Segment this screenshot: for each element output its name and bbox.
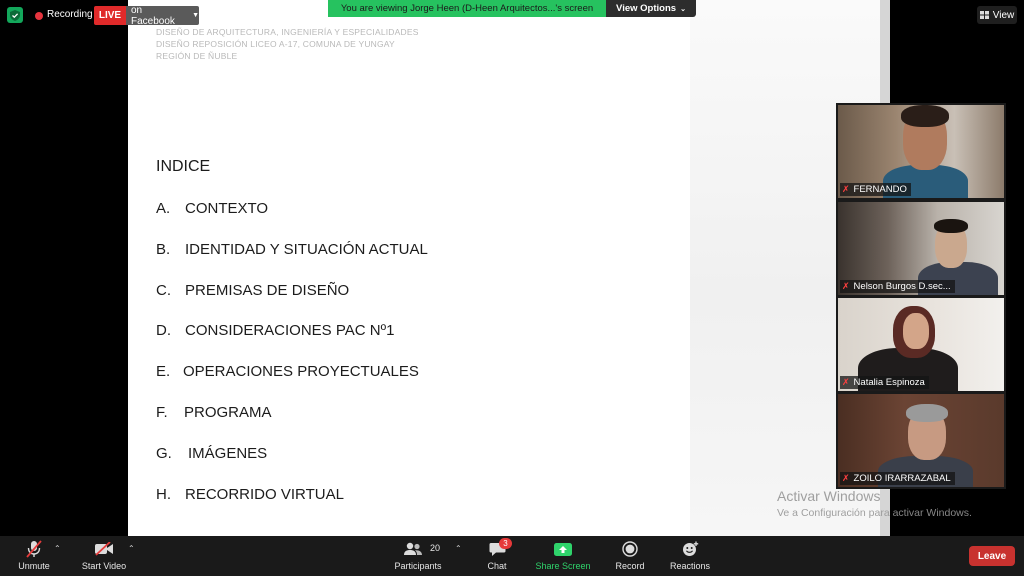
index-text: IMÁGENES	[188, 445, 268, 462]
participant-face	[903, 313, 929, 349]
start-video-button[interactable]: Start Video	[78, 536, 130, 576]
view-options-button[interactable]: View Options ⌄	[606, 0, 696, 17]
slide-header-line: REGIÓN DE ÑUBLE	[156, 51, 238, 61]
participant-hair	[934, 219, 968, 233]
index-text: CONSIDERACIONES PAC Nº1	[185, 322, 395, 339]
unmute-button[interactable]: Unmute	[14, 536, 54, 576]
participants-label: Participants	[394, 561, 442, 571]
view-label: View	[992, 9, 1015, 21]
index-title: INDICE	[156, 158, 211, 175]
index-item: E. OPERACIONES PROYECTUALES	[156, 363, 419, 380]
index-text: CONTEXTO	[185, 200, 269, 217]
live-badge: LIVE	[94, 6, 126, 25]
participant-video-tile[interactable]: ✗ FERNANDO	[836, 103, 1006, 200]
meeting-toolbar: Unmute ⌃ Start Video ⌃ Participants ⌃ Ch…	[0, 536, 1024, 576]
index-item: A. CONTEXTO	[156, 200, 268, 217]
participants-count: 20	[430, 543, 441, 553]
index-letter: H.	[156, 486, 171, 503]
share-screen-button[interactable]: Share Screen	[534, 536, 592, 576]
participant-name-tag: ✗ ZOILO IRARRAZABAL	[840, 472, 955, 485]
participants-icon	[403, 541, 423, 557]
slide-header-line: DISEÑO REPOSICIÓN LICEO A-17, COMUNA DE …	[156, 39, 395, 49]
participant-name: FERNANDO	[853, 184, 907, 195]
participant-name: ZOILO IRARRAZABAL	[853, 473, 951, 484]
index-item: D. CONSIDERACIONES PAC Nº1	[156, 322, 394, 339]
record-button[interactable]: Record	[610, 536, 650, 576]
muted-mic-icon: ✗	[842, 184, 850, 194]
index-letter: B.	[156, 241, 171, 258]
video-options-caret-icon[interactable]: ⌃	[128, 544, 135, 553]
shared-screen-slide: DISEÑO DE ARQUITECTURA, INGENIERÍA Y ESP…	[128, 0, 890, 536]
unmute-label: Unmute	[18, 561, 50, 571]
index-item: F. PROGRAMA	[156, 404, 272, 421]
zoom-meeting-window: DISEÑO DE ARQUITECTURA, INGENIERÍA Y ESP…	[0, 0, 1024, 576]
view-options-label: View Options	[616, 3, 677, 14]
index-letter: D.	[156, 322, 171, 339]
muted-mic-icon: ✗	[842, 473, 850, 483]
index-text: PROGRAMA	[184, 404, 272, 421]
index-text: PREMISAS DE DISEÑO	[185, 282, 350, 299]
encryption-shield-icon[interactable]	[7, 7, 23, 23]
video-off-icon	[94, 541, 114, 557]
participant-name-tag: ✗ Natalia Espinoza	[840, 376, 929, 389]
participant-name-tag: ✗ Nelson Burgos D.sec...	[840, 280, 955, 293]
index-letter: A.	[156, 200, 171, 217]
slide-header-line: DISEÑO DE ARQUITECTURA, INGENIERÍA Y ESP…	[156, 27, 419, 37]
recording-label: Recording	[47, 9, 93, 20]
index-text: OPERACIONES PROYECTUALES	[183, 363, 419, 380]
participant-video-tile[interactable]: ✗ ZOILO IRARRAZABAL	[836, 392, 1006, 489]
grid-view-icon	[979, 11, 989, 19]
index-item: H. RECORRIDO VIRTUAL	[156, 486, 344, 503]
record-icon	[620, 541, 640, 557]
index-text: IDENTIDAD Y SITUACIÓN ACTUAL	[185, 241, 428, 258]
index-letter: C.	[156, 282, 171, 299]
index-item: C. PREMISAS DE DISEÑO	[156, 282, 349, 299]
index-item: B. IDENTIDAD Y SITUACIÓN ACTUAL	[156, 241, 428, 258]
facebook-label: on Facebook	[131, 4, 175, 27]
muted-microphone-icon	[24, 540, 44, 558]
audio-options-caret-icon[interactable]: ⌃	[54, 544, 61, 553]
chat-unread-badge: 3	[499, 538, 512, 549]
share-screen-label: Share Screen	[535, 561, 591, 571]
chevron-down-icon: ⌄	[680, 5, 686, 13]
activate-windows-subtitle: Ve a Configuración para activar Windows.	[777, 507, 972, 519]
index-letter: F.	[156, 404, 168, 421]
caret-down-icon: ▼	[192, 12, 199, 19]
smiley-face-icon	[680, 541, 700, 557]
view-button[interactable]: View	[977, 6, 1017, 24]
reactions-button[interactable]: Reactions	[667, 536, 713, 576]
muted-mic-icon: ✗	[842, 281, 850, 291]
participant-name-tag: ✗ FERNANDO	[840, 183, 911, 196]
leave-button[interactable]: Leave	[969, 546, 1015, 566]
participant-video-tile[interactable]: ✗ Nelson Burgos D.sec...	[836, 200, 1006, 297]
participants-options-caret-icon[interactable]: ⌃	[455, 544, 462, 553]
index-letter: E.	[156, 363, 171, 380]
participant-hair	[906, 404, 948, 422]
chat-label: Chat	[487, 561, 507, 571]
index-text: RECORRIDO VIRTUAL	[185, 486, 344, 503]
muted-mic-icon: ✗	[842, 377, 850, 387]
index-letter: G.	[156, 445, 172, 462]
participant-name: Natalia Espinoza	[853, 377, 925, 388]
recording-dot-icon	[35, 12, 43, 20]
participant-video-tile[interactable]: ✗ Natalia Espinoza	[836, 296, 1006, 393]
viewing-screen-banner: You are viewing Jorge Heen (D-Heen Arqui…	[328, 0, 606, 17]
index-item: G. IMÁGENES	[156, 445, 267, 462]
participant-hair	[901, 105, 949, 127]
activate-windows-title: Activar Windows	[777, 488, 881, 504]
participants-button[interactable]: Participants	[392, 536, 444, 576]
record-label: Record	[615, 561, 645, 571]
start-video-label: Start Video	[81, 561, 127, 571]
live-on-facebook-dropdown[interactable]: on Facebook ▼	[126, 4, 199, 27]
reactions-label: Reactions	[669, 561, 711, 571]
participant-name: Nelson Burgos D.sec...	[853, 281, 951, 292]
share-screen-icon	[553, 541, 573, 557]
